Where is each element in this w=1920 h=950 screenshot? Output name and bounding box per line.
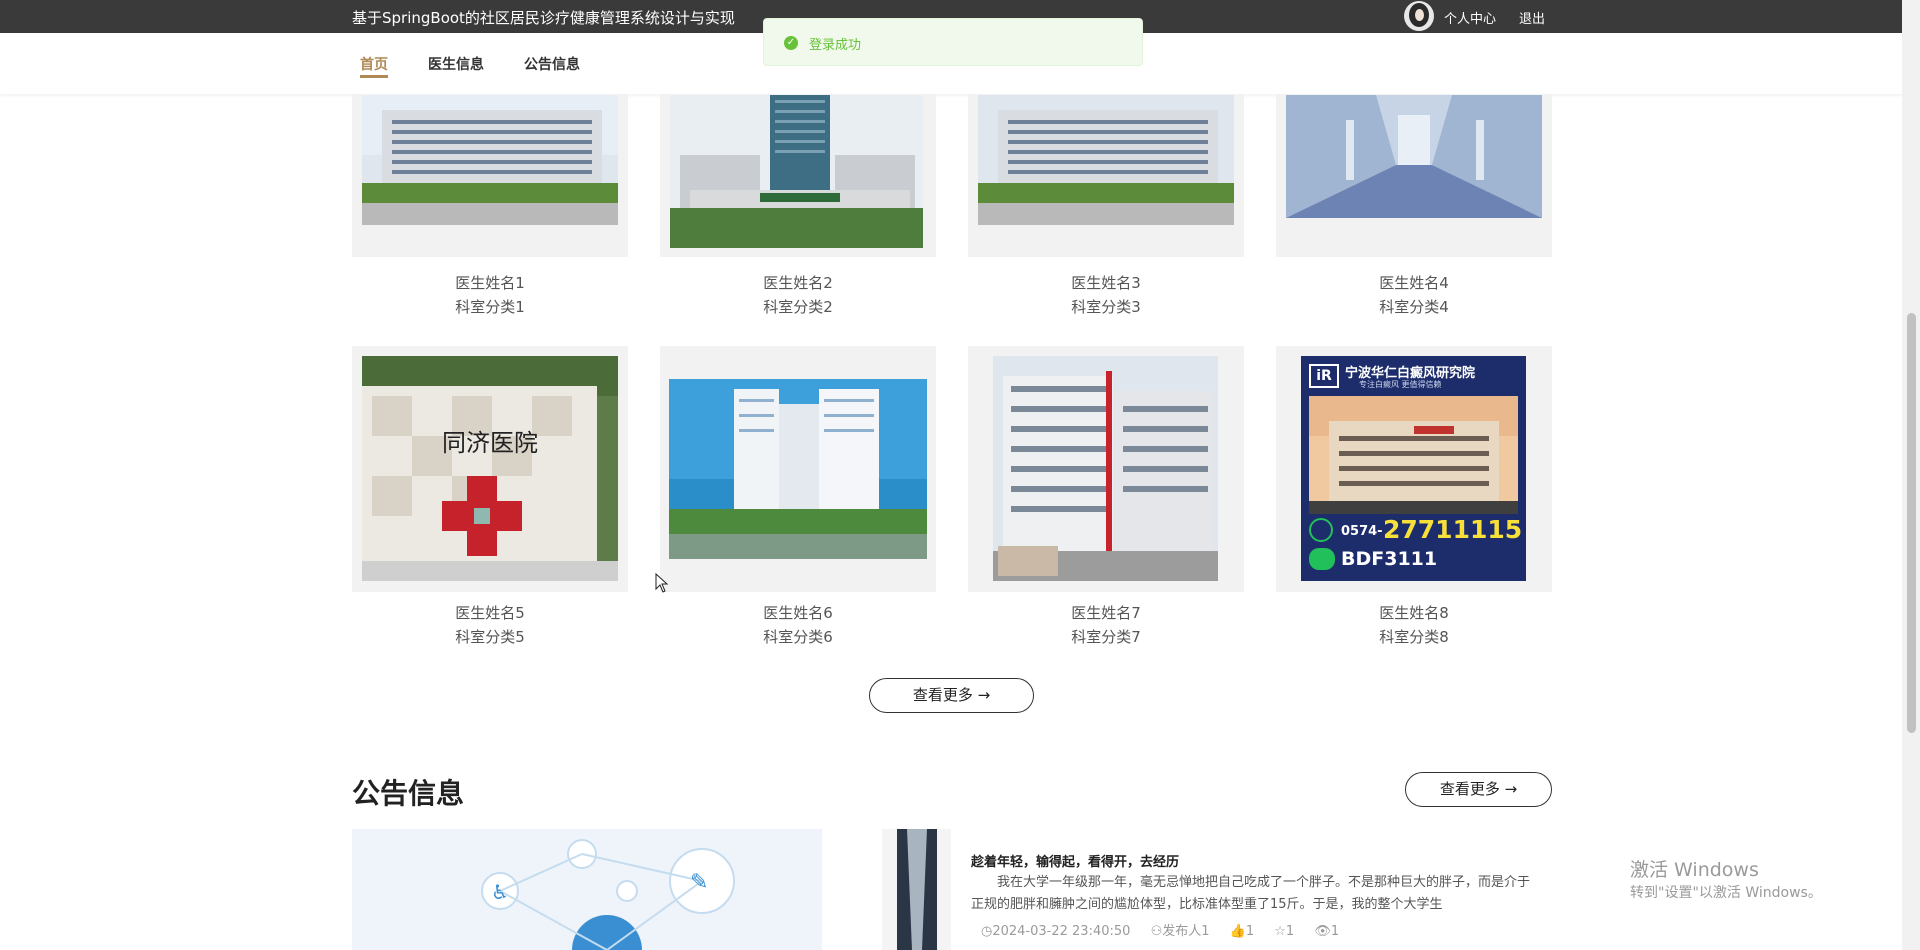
doctor-department: 科室分类7 [1071,628,1141,646]
doctor-department: 科室分类4 [1379,298,1449,316]
avatar[interactable] [1404,1,1434,31]
doctor-photo[interactable]: iR 宁波华仁白癜风研究院 专注白癜风 更值得信赖 0574- 27711115… [1301,356,1526,581]
doctor-name[interactable]: 医生姓名7 [968,602,1244,623]
ad-phone: 27711115 [1383,515,1523,544]
ad-slogan: 专注白癜风 更值得信赖 [1359,380,1442,389]
nav-item-home[interactable]: 首页 [360,54,388,74]
doctor-department: 科室分类3 [1071,298,1141,316]
scrollbar-thumb[interactable] [1907,313,1916,733]
notice-meta: ◷2024-03-22 23:40:50 ⚇发布人1 👍1 ☆1 👁1 [981,920,1355,939]
mouse-cursor-icon [655,573,669,593]
notice-date: 2024-03-22 23:40:50 [992,924,1131,939]
notice-title[interactable]: 趁着年轻，输得起，看得开，去经历 [971,851,1179,870]
notice-likes: 1 [1245,924,1255,939]
logout-link[interactable]: 退出 [1519,8,1545,27]
notice-favorites: 1 [1285,924,1295,939]
notice-views: 1 [1330,924,1340,939]
svg-text:✎: ✎ [690,870,708,895]
doctor-name[interactable]: 医生姓名8 [1276,602,1552,623]
ad-wechat: BDF3111 [1341,548,1438,570]
windows-activation-watermark-title: 激活 Windows [1630,859,1759,881]
page-scrollbar[interactable] [1902,0,1920,950]
hospital-logo-icon: iR [1309,364,1339,388]
nav-item-doctors[interactable]: 医生信息 [428,54,484,74]
svg-text:同济医院: 同济医院 [442,429,538,457]
site-title: 基于SpringBoot的社区居民诊疗健康管理系统设计与实现 [352,9,735,27]
wechat-icon [1309,548,1335,570]
doctor-photo[interactable] [362,95,618,225]
notice-image[interactable]: ♿ ✎ [352,829,951,950]
svg-text:♿: ♿ [491,880,509,904]
clock-icon: ◷ [981,924,993,939]
nav-item-notices[interactable]: 公告信息 [524,54,580,74]
doctor-name[interactable]: 医生姓名2 [660,272,936,293]
profile-link[interactable]: 个人中心 [1444,8,1496,27]
doctor-name[interactable]: 医生姓名6 [660,602,936,623]
eye-icon: 👁 [1314,924,1331,939]
doctor-photo[interactable]: 同济医院 [362,356,618,581]
login-success-toast: ✓ 登录成功 [763,18,1143,66]
user-icon: ⚇ [1150,924,1163,939]
doctor-photo[interactable] [993,356,1218,581]
doctor-department: 科室分类5 [455,628,525,646]
hospital-building-image [1309,396,1518,514]
doctor-name[interactable]: 医生姓名4 [1276,272,1552,293]
doctor-photo[interactable] [978,95,1234,225]
notice-publisher: 发布人1 [1162,924,1210,939]
thumbs-up-icon[interactable]: 👍 [1230,924,1246,939]
doctor-department: 科室分类1 [455,298,525,316]
success-check-icon: ✓ [784,36,798,50]
star-icon[interactable]: ☆ [1274,924,1286,939]
doctor-name[interactable]: 医生姓名3 [968,272,1244,293]
doctor-department: 科室分类6 [763,628,833,646]
notices-more-button[interactable]: 查看更多 → [1405,772,1552,807]
ad-phone-prefix: 0574- [1341,524,1383,539]
doctor-department: 科室分类2 [763,298,833,316]
windows-activation-watermark-hint: 转到"设置"以激活 Windows。 [1630,885,1822,901]
doctor-department: 科室分类8 [1379,628,1449,646]
doctor-photo[interactable] [1286,95,1542,218]
notice-body: 我在大学一年级那一年，毫无忌惮地把自己吃成了一个胖子。不是那种巨大的胖子，而是介… [971,875,1531,912]
nav-active-indicator [360,75,388,78]
doctors-more-button[interactable]: 查看更多 → [869,678,1034,713]
notice-section-title: 公告信息 [352,777,465,810]
toast-message: 登录成功 [809,38,862,53]
doctor-photo[interactable] [669,379,927,559]
doctor-name[interactable]: 医生姓名5 [352,602,628,623]
doctor-name[interactable]: 医生姓名1 [352,272,628,293]
phone-icon [1309,518,1333,542]
doctor-photo[interactable] [670,95,923,248]
